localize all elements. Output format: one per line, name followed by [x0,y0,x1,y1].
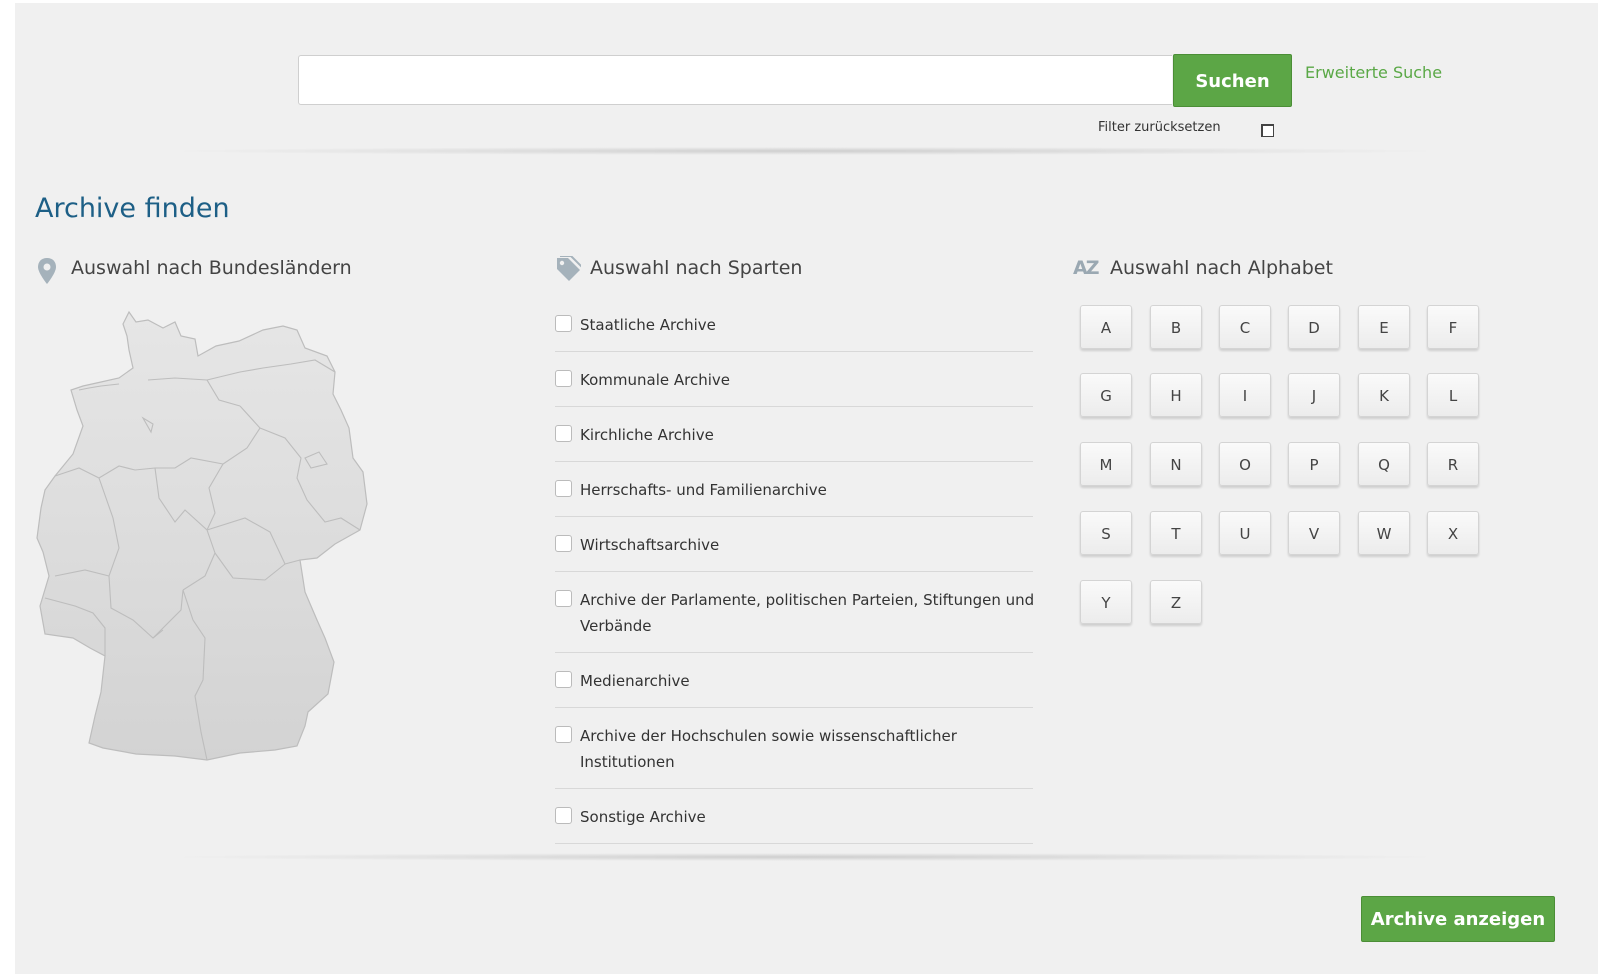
search-panel: Suchen Erweiterte Suche Filter zurückset… [15,3,1598,974]
division-checkbox[interactable] [555,480,572,497]
division-label: Herrschafts- und Familienarchive [580,481,827,499]
letter-button-k[interactable]: K [1358,373,1410,417]
letter-button-x[interactable]: X [1427,511,1479,555]
division-checkbox[interactable] [555,671,572,688]
letter-button-y[interactable]: Y [1080,580,1132,624]
division-label: Kommunale Archive [580,371,730,389]
divisions-heading: Auswahl nach Sparten [590,257,803,279]
division-label: Archive der Hochschulen sowie wissenscha… [580,727,957,771]
division-label: Kirchliche Archive [580,426,714,444]
division-checkbox[interactable] [555,315,572,332]
division-checkbox[interactable] [555,726,572,743]
division-item-kirchliche[interactable]: Kirchliche Archive [555,419,1033,462]
letter-button-v[interactable]: V [1288,511,1340,555]
division-checkbox[interactable] [555,807,572,824]
letter-button-w[interactable]: W [1358,511,1410,555]
letter-button-g[interactable]: G [1080,373,1132,417]
tag-icon [557,256,581,281]
letter-button-s[interactable]: S [1080,511,1132,555]
letter-button-j[interactable]: J [1288,373,1340,417]
division-checkbox[interactable] [555,370,572,387]
division-label: Wirtschaftsarchive [580,536,720,554]
division-item-wirtschafts[interactable]: Wirtschaftsarchive [555,529,1033,572]
letter-button-b[interactable]: B [1150,305,1202,349]
division-item-hochschulen[interactable]: Archive der Hochschulen sowie wissenscha… [555,720,1033,789]
division-item-staatliche[interactable]: Staatliche Archive [555,309,1033,352]
letter-button-p[interactable]: P [1288,442,1340,486]
letter-button-u[interactable]: U [1219,511,1271,555]
division-label: Staatliche Archive [580,316,716,334]
division-label: Archive der Parlamente, politischen Part… [580,591,1035,635]
division-label: Sonstige Archive [580,808,706,826]
letter-button-f[interactable]: F [1427,305,1479,349]
letter-button-r[interactable]: R [1427,442,1479,486]
bottom-divider [175,853,1435,861]
division-checkbox[interactable] [555,425,572,442]
letter-button-m[interactable]: M [1080,442,1132,486]
alphabet-heading: Auswahl nach Alphabet [1110,257,1333,279]
letter-button-z[interactable]: Z [1150,580,1202,624]
letter-button-h[interactable]: H [1150,373,1202,417]
division-item-parlamente[interactable]: Archive der Parlamente, politischen Part… [555,584,1035,653]
division-item-kommunale[interactable]: Kommunale Archive [555,364,1033,407]
map-pin-icon [38,258,56,284]
states-heading: Auswahl nach Bundesländern [71,257,352,279]
advanced-search-link[interactable]: Erweiterte Suche [1305,63,1442,82]
show-archives-button[interactable]: Archive anzeigen [1361,896,1555,942]
division-checkbox[interactable] [555,535,572,552]
letter-button-q[interactable]: Q [1358,442,1410,486]
division-label: Medienarchive [580,672,690,690]
reset-filter-label: Filter zurücksetzen [1098,120,1221,135]
search-button[interactable]: Suchen [1173,54,1292,107]
letter-button-o[interactable]: O [1219,442,1271,486]
page-title: Archive finden [35,193,230,224]
letter-button-i[interactable]: I [1219,373,1271,417]
az-sort-icon: AZ [1073,257,1100,279]
reset-filter-checkbox[interactable] [1261,124,1274,137]
division-item-herrschafts[interactable]: Herrschafts- und Familienarchive [555,474,1033,517]
germany-map[interactable] [35,308,375,763]
search-input[interactable] [298,55,1172,105]
division-item-medien[interactable]: Medienarchive [555,665,1033,708]
letter-button-n[interactable]: N [1150,442,1202,486]
letter-button-e[interactable]: E [1358,305,1410,349]
letter-button-a[interactable]: A [1080,305,1132,349]
top-divider [175,147,1435,155]
letter-button-c[interactable]: C [1219,305,1271,349]
division-item-sonstige[interactable]: Sonstige Archive [555,801,1033,844]
division-checkbox[interactable] [555,590,572,607]
letter-button-l[interactable]: L [1427,373,1479,417]
letter-button-d[interactable]: D [1288,305,1340,349]
letter-button-t[interactable]: T [1150,511,1202,555]
